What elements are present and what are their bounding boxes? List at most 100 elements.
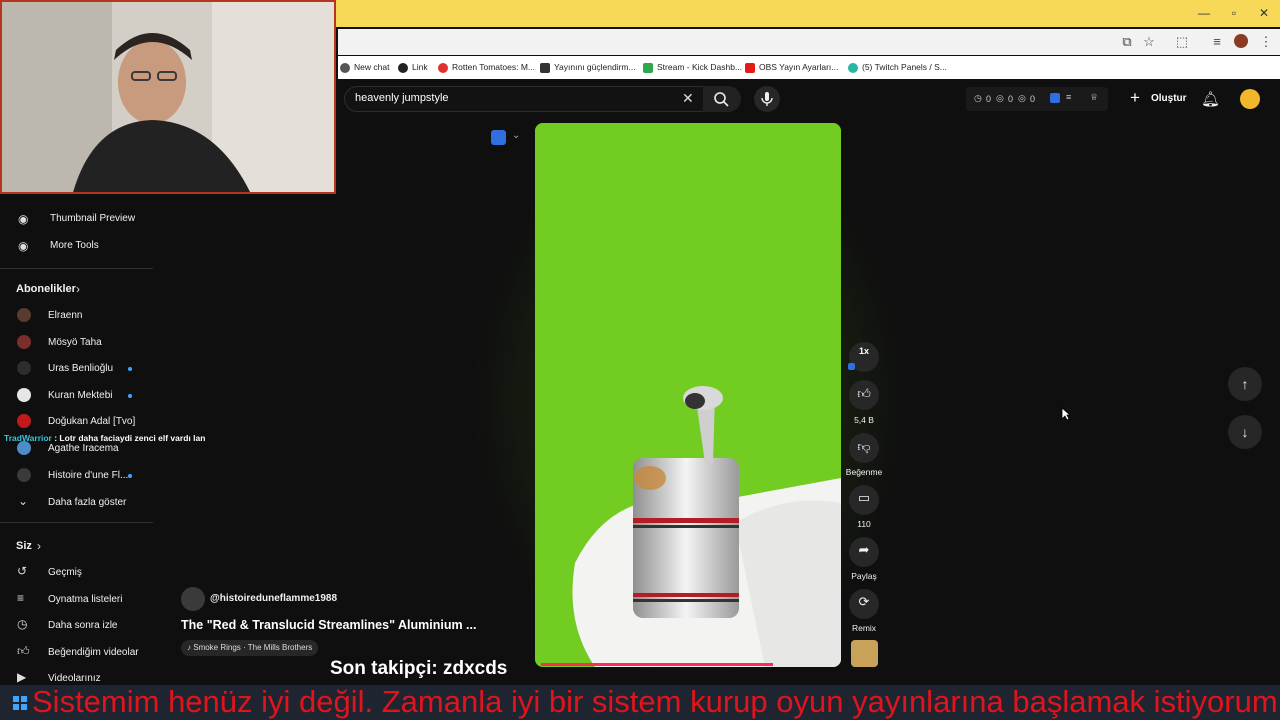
- bookmark-label: OBS Yayın Ayarları...: [759, 62, 839, 72]
- video-frame: [535, 123, 841, 667]
- voice-search-button[interactable]: [754, 86, 780, 112]
- like-count: 5,4 B: [854, 415, 874, 425]
- new-content-dot: [128, 474, 132, 478]
- search-input[interactable]: heavenly jumpstyle: [355, 92, 449, 104]
- bookmark-item[interactable]: Link: [398, 56, 428, 79]
- vidiq-icon[interactable]: [1050, 93, 1060, 103]
- comment-icon: ▭: [857, 490, 871, 505]
- vidiq-tool-icon: ◉: [18, 212, 29, 226]
- search-icon: [714, 92, 729, 107]
- sound-thumbnail[interactable]: [851, 640, 878, 667]
- music-note-icon: ♪: [187, 643, 191, 652]
- extension-stats-bar: ◷ 0 ◎ 0 ◎ 0 ≡ ♕: [966, 87, 1108, 111]
- sidebar-item-history[interactable]: Geçmiş: [48, 567, 82, 578]
- create-label: Oluştur: [1151, 93, 1187, 104]
- sidebar-item-your-videos[interactable]: Videolarınız: [48, 673, 101, 684]
- bookmarks-bar: New chat Link Rotten Tomatoes: M... Yayı…: [338, 56, 1280, 79]
- arrow-up-icon: ↑: [1241, 376, 1249, 392]
- sidebar-item-subscription[interactable]: Mösyö Taha: [48, 337, 102, 348]
- remix-label: Remix: [851, 623, 877, 633]
- account-avatar[interactable]: [1240, 89, 1260, 109]
- short-video-player[interactable]: [535, 123, 841, 667]
- bookmark-item[interactable]: Stream - Kick Dashb...: [643, 56, 742, 79]
- bookmark-item[interactable]: Rotten Tomatoes: M...: [438, 56, 535, 79]
- dislike-label: Beğenme: [845, 467, 883, 477]
- sidebar-item-subscription[interactable]: Histoire d'une Fl...: [48, 470, 128, 481]
- subscriptions-header[interactable]: Abonelikler: [16, 283, 76, 295]
- music-label: Smoke Rings · The Mills Brothers: [193, 643, 313, 652]
- profile-avatar[interactable]: [1234, 34, 1248, 48]
- music-chip[interactable]: ♪ Smoke Rings · The Mills Brothers: [181, 640, 319, 656]
- sidebar-item-subscription[interactable]: Kuran Mektebi: [48, 390, 112, 401]
- scrolling-ticker-text: Sistemim henüz iyi değil. Zamanla iyi bi…: [32, 684, 1278, 719]
- sidebar-item-more-tools[interactable]: More Tools: [50, 240, 99, 251]
- avatar: [17, 361, 31, 375]
- previous-short-button[interactable]: ↑: [1228, 367, 1262, 401]
- extensions-icon[interactable]: ⬚: [1173, 33, 1191, 51]
- short-title[interactable]: The "Red & Translucid Streamlines" Alumi…: [181, 618, 476, 632]
- bookmark-star-icon[interactable]: ☆: [1140, 33, 1158, 51]
- media-control-icon[interactable]: ≡: [1208, 33, 1226, 51]
- show-more-button[interactable]: Daha fazla göster: [48, 497, 126, 508]
- share-icon: ➦: [858, 542, 870, 557]
- thumbs-up-icon: 👍︎: [857, 386, 871, 401]
- stat-value: 0: [986, 94, 992, 104]
- sidebar-item-thumbnail-preview[interactable]: Thumbnail Preview: [50, 213, 135, 224]
- trophy-icon[interactable]: ♕: [1090, 92, 1098, 103]
- clear-search-icon[interactable]: ✕: [682, 90, 694, 107]
- list-icon[interactable]: ≡: [1066, 92, 1071, 102]
- chevron-down-icon[interactable]: ⌄: [512, 130, 520, 141]
- bookmark-item[interactable]: (5) Twitch Panels / S...: [848, 56, 947, 79]
- microphone-icon: [761, 92, 773, 106]
- avatar: [17, 335, 31, 349]
- chevron-right-icon: ›: [37, 539, 41, 553]
- search-button[interactable]: [703, 86, 741, 112]
- chat-text: : Lotr daha faciaydi zenci elf vardı lan: [51, 433, 206, 443]
- menu-dots-icon[interactable]: ⋮: [1257, 33, 1275, 51]
- video-progress-bar[interactable]: [541, 663, 773, 666]
- bookmark-item[interactable]: Yayınını güçlendirm...: [540, 56, 636, 79]
- vidiq-badge-icon[interactable]: [491, 130, 506, 145]
- windows-start-icon[interactable]: [13, 696, 27, 710]
- webcam-feed: [0, 0, 336, 194]
- minimize-icon[interactable]: —: [1196, 5, 1212, 21]
- avatar: [17, 441, 31, 455]
- channel-name[interactable]: @histoireduneflamme1988: [210, 593, 337, 604]
- your-videos-icon: ▶: [17, 670, 27, 684]
- last-follower-overlay: Son takipçi: zdxcds: [330, 658, 508, 679]
- close-icon[interactable]: ✕: [1256, 5, 1272, 21]
- avatar: [17, 414, 31, 428]
- install-app-icon[interactable]: ⧉: [1118, 33, 1136, 51]
- chevron-down-icon: ⌄: [18, 494, 29, 508]
- sidebar-item-subscription[interactable]: Uras Benlioğlu: [48, 363, 113, 374]
- bookmark-item[interactable]: OBS Yayın Ayarları...: [745, 56, 838, 79]
- sidebar-item-subscription[interactable]: Agathe Iracema: [48, 443, 119, 454]
- sidebar-divider: [0, 268, 153, 269]
- view-icon: ◎: [1018, 93, 1026, 103]
- maximize-icon[interactable]: ▫: [1226, 5, 1242, 21]
- playlists-icon: ≡: [17, 591, 25, 605]
- avatar: [17, 388, 31, 402]
- address-bar[interactable]: [338, 29, 1280, 55]
- notifications-bell-icon[interactable]: 🔔︎: [1201, 90, 1220, 108]
- share-label: Paylaş: [851, 571, 877, 581]
- sidebar-item-liked-videos[interactable]: Beğendiğim videolar: [48, 647, 139, 658]
- channel-avatar[interactable]: [181, 587, 205, 611]
- clock-icon: ◷: [974, 93, 982, 103]
- create-button[interactable]: + Oluştur: [1126, 87, 1190, 111]
- chat-username: TradWarrior: [4, 433, 52, 443]
- new-content-dot: [128, 367, 132, 371]
- sidebar-item-subscription[interactable]: Doğukan Adal [Tvo]: [48, 416, 135, 427]
- bookmark-item[interactable]: New chat: [340, 56, 389, 79]
- sidebar-item-watch-later[interactable]: Daha sonra izle: [48, 620, 117, 631]
- next-short-button[interactable]: ↓: [1228, 415, 1262, 449]
- sidebar-item-subscription[interactable]: Elraenn: [48, 310, 82, 321]
- you-section-header[interactable]: Siz: [16, 540, 32, 552]
- sidebar-divider: [0, 522, 153, 523]
- playback-speed-label: 1x: [858, 346, 869, 356]
- watch-later-icon: ◷: [17, 617, 28, 631]
- mouse-cursor-icon: [1061, 407, 1072, 426]
- vidiq-tool-icon: ◉: [18, 239, 29, 253]
- comment-count: 110: [857, 519, 871, 529]
- sidebar-item-playlists[interactable]: Oynatma listeleri: [48, 594, 122, 605]
